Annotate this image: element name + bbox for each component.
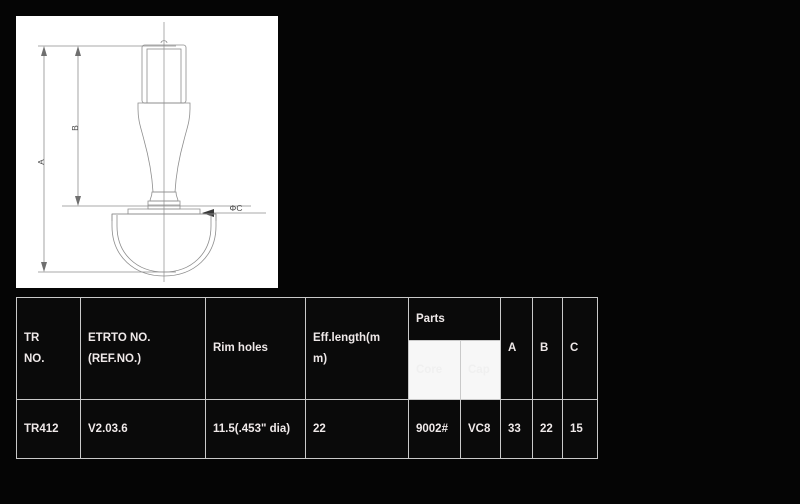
arrow-b-top xyxy=(75,46,81,56)
cell-etrto-no: V2.03.6 xyxy=(80,399,206,459)
valve-stem-drawing: A B ΦC xyxy=(36,22,266,282)
header-tr-no: TR NO. xyxy=(16,297,81,400)
cell-rim-holes: 11.5(.453" dia) xyxy=(205,399,306,459)
arrow-a-bottom xyxy=(41,262,47,272)
spec-table-container: TR NO. ETRTO NO. (REF.NO.) Rim holes Eff… xyxy=(16,297,598,459)
header-b: B xyxy=(532,297,563,400)
header-a: A xyxy=(500,297,533,400)
arrow-a-top xyxy=(41,46,47,56)
cell-tr-no: TR412 xyxy=(16,399,81,459)
header-eff-length-line2: m) xyxy=(313,352,328,365)
header-rim-holes: Rim holes xyxy=(205,297,306,400)
cell-parts-core: 9002# xyxy=(408,399,461,459)
table-row: TR412 V2.03.6 11.5(.453" dia) 22 9002# V… xyxy=(16,399,598,459)
table-body: TR412 V2.03.6 11.5(.453" dia) 22 9002# V… xyxy=(16,399,598,459)
header-tr-no-line1: TR xyxy=(24,332,40,345)
header-etrto-line2: (REF.NO.) xyxy=(88,352,142,365)
arrow-b-bottom xyxy=(75,196,81,206)
header-tr-no-line2: NO. xyxy=(24,352,45,365)
header-parts-core: Core xyxy=(408,340,461,400)
valve-spec-table: TR NO. ETRTO NO. (REF.NO.) Rim holes Eff… xyxy=(16,297,598,459)
dimension-label-a: A xyxy=(36,159,46,165)
header-etrto-no: ETRTO NO. (REF.NO.) xyxy=(80,297,206,400)
cell-parts-cap: VC8 xyxy=(460,399,501,459)
header-eff-length-line1: Eff.length(m xyxy=(313,332,381,345)
header-etrto-line1: ETRTO NO. xyxy=(88,332,151,345)
table-header: TR NO. ETRTO NO. (REF.NO.) Rim holes Eff… xyxy=(16,297,598,400)
arrow-diameter xyxy=(202,209,214,217)
cell-c: 15 xyxy=(562,399,598,459)
cell-b: 22 xyxy=(532,399,563,459)
header-eff-length: Eff.length(m m) xyxy=(305,297,409,400)
technical-drawing-panel: A B ΦC xyxy=(16,16,278,288)
cell-eff-length: 22 xyxy=(305,399,409,459)
dimension-label-b: B xyxy=(70,125,80,131)
cell-a: 33 xyxy=(500,399,533,459)
dimension-label-diameter: ΦC xyxy=(230,203,243,213)
header-parts-group: Parts xyxy=(408,297,501,341)
header-parts-cap: Cap xyxy=(460,340,501,400)
header-c: C xyxy=(562,297,598,400)
header-row-main: TR NO. ETRTO NO. (REF.NO.) Rim holes Eff… xyxy=(16,297,598,400)
